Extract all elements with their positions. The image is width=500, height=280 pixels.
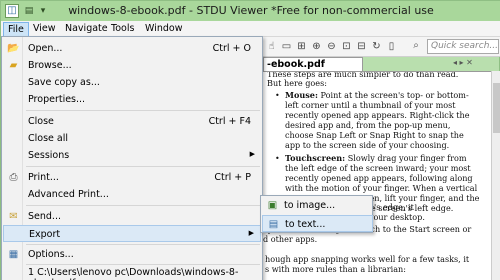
- menu-item-export[interactable]: Export ▶: [3, 225, 261, 242]
- doc-line: But here goes:: [267, 78, 327, 88]
- file-menu-dropdown: 📂 Open... Ctrl + O ▰ Browse... Save copy…: [1, 36, 263, 280]
- doc-line: app to the screen side of your choosing.: [285, 140, 450, 150]
- search-input[interactable]: Quick search...: [427, 39, 499, 54]
- menu-item-label: Options...: [28, 249, 74, 260]
- menu-item-label: Properties...: [28, 94, 86, 105]
- export-submenu: ▣ to image... ▤ to text...: [260, 195, 373, 233]
- bullet: •: [275, 154, 280, 163]
- menu-bar: File View Navigate Tools Window: [1, 21, 500, 37]
- menu-item-label: Export: [29, 229, 61, 240]
- doc-line: s with more rules than a librarian:: [265, 264, 406, 274]
- window-title: windows-8-ebook.pdf - STDU Viewer *Free …: [68, 4, 434, 17]
- menu-item-label: Sessions: [28, 150, 70, 161]
- folder-icon: ▰: [9, 60, 18, 71]
- image-icon: ▣: [267, 200, 278, 211]
- toolbar: ☝ ▭ ⊞ ⊕ ⊖ ⊡ ⊟ ↻ ▯ ⌕ Quick search...: [263, 37, 500, 57]
- doc-line: recently opened app appears. Right-click…: [285, 110, 470, 120]
- submenu-item-label: to image...: [284, 200, 336, 211]
- submenu-item-label: to text...: [285, 219, 326, 230]
- menu-item-label: Advanced Print...: [28, 189, 109, 200]
- doc-line: hough app snapping works well for a few …: [265, 254, 470, 264]
- menu-item-print[interactable]: ⎙ Print... Ctrl + P: [3, 169, 261, 186]
- rotate-icon[interactable]: ↻: [370, 40, 383, 53]
- app-window: ◫ ▤ ▾ windows-8-ebook.pdf - STDU Viewer …: [0, 0, 500, 280]
- document-view: These steps are much simpler to do than …: [263, 71, 491, 280]
- menu-item-browse[interactable]: ▰ Browse...: [3, 57, 261, 74]
- text-file-icon: ▤: [268, 219, 279, 230]
- select-text-icon[interactable]: ▭: [280, 40, 293, 53]
- doc-line: d other apps.: [263, 234, 318, 244]
- tab-scroll-icons[interactable]: ◂ ▸ ✕: [453, 58, 500, 70]
- menu-item-label: Open...: [28, 43, 63, 54]
- menu-file[interactable]: File: [3, 22, 29, 37]
- menu-item-recent-1[interactable]: 1 C:\Users\lenovo pc\Downloads\windows-8…: [3, 266, 261, 280]
- printer-icon: ⎙: [9, 172, 18, 183]
- menu-item-properties[interactable]: Properties...: [3, 91, 261, 108]
- menu-item-label: Close all: [28, 133, 68, 144]
- menu-tools[interactable]: Tools: [107, 22, 138, 36]
- menu-item-shortcut: Ctrl + P: [214, 172, 251, 183]
- doc-line: with the motion of your finger. When a v…: [285, 183, 478, 193]
- menu-separator: [26, 244, 260, 245]
- options-icon: ▦: [8, 249, 19, 260]
- menu-item-shortcut: Ctrl + F4: [208, 116, 251, 127]
- bookmark-icon[interactable]: ⊞: [295, 40, 308, 53]
- menu-item-label: 1 C:\Users\lenovo pc\Downloads\windows-8…: [28, 267, 239, 280]
- touch-heading: Touchscreen:: [285, 153, 346, 163]
- menu-item-label: Save copy as...: [28, 77, 100, 88]
- menu-view[interactable]: View: [29, 22, 60, 36]
- folder-open-icon: 📂: [7, 43, 20, 54]
- menu-item-label: Send...: [28, 211, 61, 222]
- doc-line: left corner until a thumbnail of your mo…: [285, 100, 456, 110]
- single-page-icon[interactable]: ▯: [385, 40, 398, 53]
- title-bar: ◫ ▤ ▾ windows-8-ebook.pdf - STDU Viewer …: [1, 1, 500, 21]
- menu-separator: [26, 166, 260, 167]
- hand-tool-icon[interactable]: ☝: [265, 40, 278, 53]
- submenu-item-to-image[interactable]: ▣ to image...: [262, 197, 373, 214]
- zoom-out-icon[interactable]: ⊖: [325, 40, 338, 53]
- menu-item-label: Close: [28, 116, 54, 127]
- menu-item-send[interactable]: ✉ Send...: [3, 208, 261, 225]
- menu-item-close[interactable]: Close Ctrl + F4: [3, 113, 261, 130]
- doc-line: choose Snap Left or Snap Right to snap t…: [285, 130, 464, 140]
- scrollbar-thumb[interactable]: [493, 83, 500, 133]
- send-icon: ✉: [9, 211, 18, 222]
- doc-line: Mouse: Point at the screen's top- or bot…: [285, 90, 469, 100]
- submenu-arrow-icon: ▶: [249, 150, 255, 158]
- doc-line: Touchscreen: Slowly drag your finger fro…: [285, 153, 467, 163]
- search-icon[interactable]: ⌕: [409, 40, 423, 53]
- vertical-scrollbar[interactable]: [491, 71, 500, 280]
- mouse-heading: Mouse:: [285, 90, 318, 100]
- menu-item-label: Print...: [28, 172, 59, 183]
- menu-window[interactable]: Window: [141, 22, 186, 36]
- fit-width-icon[interactable]: ⊟: [355, 40, 368, 53]
- menu-item-save-copy-as[interactable]: Save copy as...: [3, 74, 261, 91]
- doc-line-text: Point at the screen's top- or bottom-: [320, 90, 469, 100]
- menu-item-sessions[interactable]: Sessions ▶: [3, 147, 261, 164]
- menu-navigate[interactable]: Navigate: [61, 22, 112, 36]
- submenu-arrow-icon: ▶: [248, 229, 254, 237]
- fit-page-icon[interactable]: ⊡: [340, 40, 353, 53]
- doc-line: desired app and, from the pop-up menu,: [285, 120, 451, 130]
- menu-item-open[interactable]: 📂 Open... Ctrl + O: [3, 40, 261, 57]
- menu-item-advanced-print[interactable]: Advanced Print...: [3, 186, 261, 203]
- menu-item-shortcut: Ctrl + O: [212, 43, 251, 54]
- doc-line-text: Slowly drag your finger from: [347, 153, 467, 163]
- doc-line: recently opened app appears, following a…: [285, 173, 473, 183]
- menu-item-close-all[interactable]: Close all: [3, 130, 261, 147]
- tab-document[interactable]: -ebook.pdf: [263, 57, 363, 71]
- menu-separator: [26, 110, 260, 111]
- menu-separator: [26, 264, 260, 265]
- search-placeholder: Quick search...: [431, 41, 498, 51]
- menu-separator: [26, 205, 260, 206]
- menu-item-options[interactable]: ▦ Options...: [3, 246, 261, 263]
- doc-line: the left edge of the screen inward; your…: [285, 163, 471, 173]
- menu-item-label: Browse...: [28, 60, 72, 71]
- submenu-item-to-text[interactable]: ▤ to text...: [262, 215, 373, 232]
- bullet: •: [275, 91, 280, 100]
- zoom-in-icon[interactable]: ⊕: [310, 40, 323, 53]
